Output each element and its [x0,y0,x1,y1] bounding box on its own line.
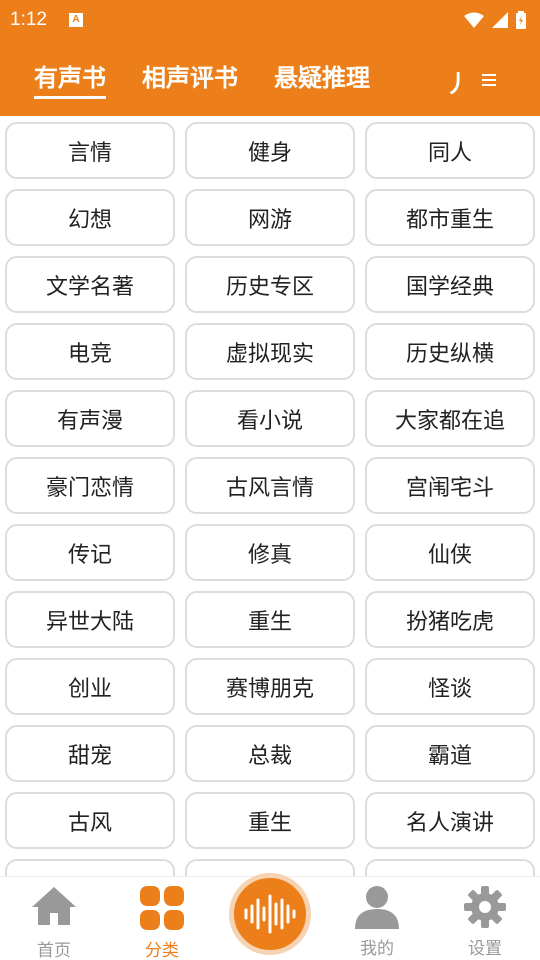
category-button[interactable]: 同人 [365,122,535,179]
battery-icon [516,11,526,29]
category-button[interactable]: 网游 [185,189,355,246]
category-button[interactable]: 历史纵横 [365,323,535,380]
category-button[interactable]: 看小说 [185,390,355,447]
category-button[interactable]: 历史专区 [185,256,355,313]
category-button[interactable]: 赛博朋克 [185,658,355,715]
category-button[interactable]: 电竞 [5,323,175,380]
gear-icon [464,886,506,928]
status-icons [464,11,526,29]
signal-icon [492,12,508,28]
category-button[interactable]: 传记 [5,524,175,581]
menu-icon[interactable] [482,74,496,89]
user-icon [355,886,399,929]
category-button[interactable]: 仙侠 [365,524,535,581]
category-grid-area: 言情 健身 同人幻想 网游 都市重生文学名著 历史专区 国学经典电竞 虚拟现实 历史纵横有声漫看… [0,116,540,876]
category-button[interactable]: 幻想 [5,189,175,246]
tab-partial[interactable]: 丿 [445,64,469,99]
category-button[interactable]: 豪门恋情 [5,457,175,514]
nav-mine[interactable]: 我的 [332,885,422,959]
category-button[interactable]: 重生 [185,591,355,648]
category-button[interactable]: 名人演讲 [365,792,535,849]
nav-category-label: 分类 [145,941,179,960]
tab-audiobook[interactable]: 有声书 [34,58,106,99]
category-button[interactable]: 有声漫 [5,390,175,447]
category-button[interactable]: 总裁 [185,725,355,782]
category-button[interactable]: 古风 [5,792,175,849]
category-button[interactable]: 国学经典 [365,256,535,313]
category-tab-bar: 有声书 相声评书 悬疑推理 丿 [0,40,540,116]
category-button[interactable]: 文学名著 [5,256,175,313]
notification-a-icon: A [68,13,83,27]
category-button[interactable]: 重生 [185,792,355,849]
status-time: 1:12 [10,9,47,30]
category-button[interactable]: 都市重生 [365,189,535,246]
category-button[interactable]: 怪谈 [365,658,535,715]
tab-crosstalk[interactable]: 相声评书 [142,58,238,99]
category-button[interactable]: 扮猪吃虎 [365,591,535,648]
category-button[interactable]: 修真 [185,524,355,581]
player-button[interactable] [229,873,311,955]
home-icon [32,887,76,925]
category-button[interactable]: 异世大陆 [5,591,175,648]
category-button[interactable]: 古风言情 [185,457,355,514]
category-button[interactable]: 科幻 [5,859,175,876]
category-icon [140,886,184,930]
nav-settings[interactable]: 设置 [440,885,530,959]
nav-category[interactable]: 分类 [117,885,207,960]
sound-wave-icon [244,894,296,934]
category-button[interactable]: 创业 [5,658,175,715]
category-grid: 言情 健身 同人幻想 网游 都市重生文学名著 历史专区 国学经典电竞 虚拟现实 历史纵横有声漫看… [0,116,540,876]
category-button[interactable]: 言情 [5,122,175,179]
status-bar: 1:12 A [0,0,540,40]
category-button[interactable]: 大家都在追 [365,390,535,447]
category-button[interactable]: 甜宠 [5,725,175,782]
bottom-nav: 首页 分类 我的 设置 [0,873,540,960]
category-button[interactable]: 健身 [185,122,355,179]
nav-mine-label: 我的 [360,939,394,959]
category-button[interactable]: 宫闱宅斗 [365,457,535,514]
category-button[interactable]: 虚拟现实 [185,323,355,380]
nav-home-label: 首页 [37,941,71,960]
category-button[interactable]: 悬疑推理 [365,859,535,876]
category-button[interactable]: 霸道 [365,725,535,782]
wifi-icon [464,12,484,28]
nav-settings-label: 设置 [468,939,502,959]
tab-mystery[interactable]: 悬疑推理 [274,58,370,99]
nav-home[interactable]: 首页 [9,885,99,960]
